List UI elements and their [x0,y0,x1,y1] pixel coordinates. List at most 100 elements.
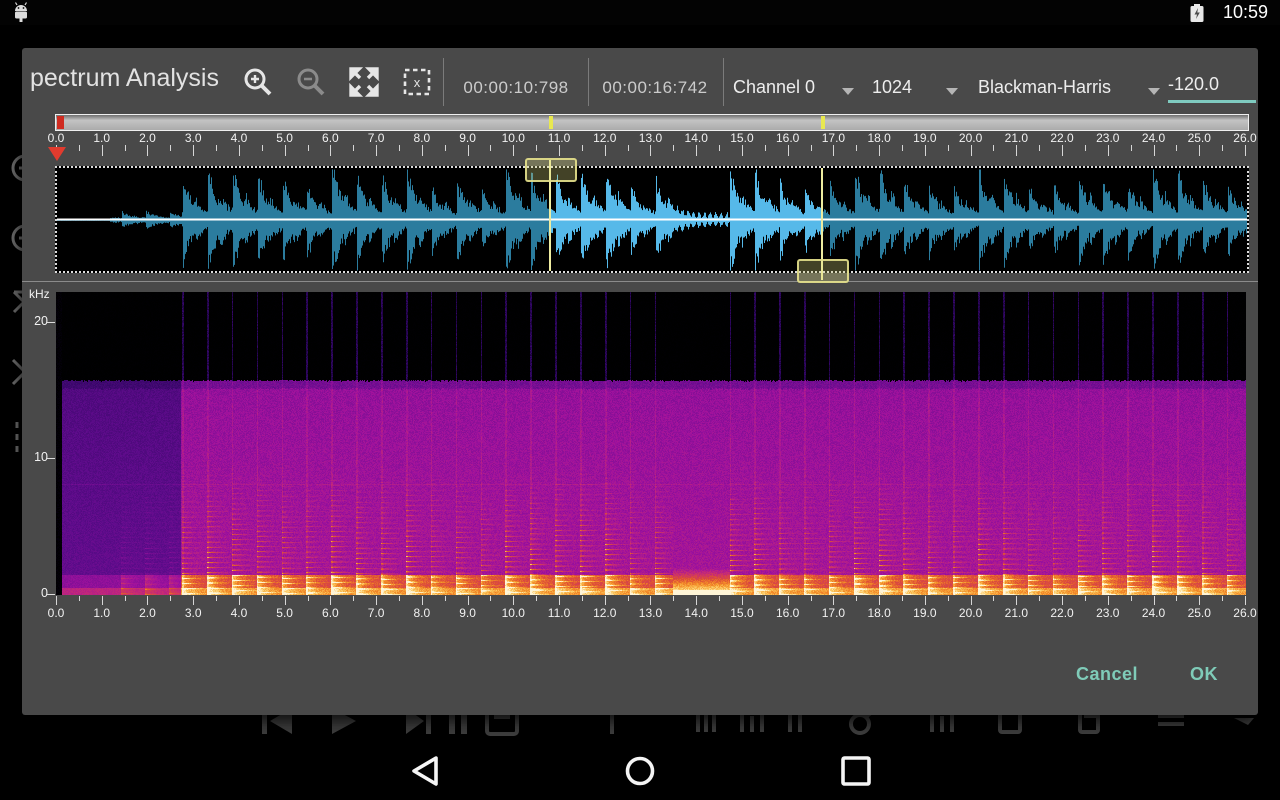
time-tick-minor [628,596,629,601]
time-tick-major [742,596,743,605]
back-button[interactable] [405,755,445,787]
playhead-marker[interactable] [48,147,66,161]
time-tick-label: 5.0 [276,131,293,145]
time-tick-minor [125,145,126,151]
time-tick-label: 4.0 [231,131,248,145]
time-tick-minor [628,145,629,151]
zoom-fit-icon[interactable] [347,65,381,99]
time-tick-minor [216,145,217,151]
time-tick-label: 7.0 [368,606,385,620]
zoom-in-icon[interactable] [241,65,275,99]
recents-button[interactable] [838,755,874,787]
time-tick-major [330,145,331,156]
time-tick-minor [1085,145,1086,151]
scrollbar-selection-start-mark [549,116,553,129]
time-tick-label: 17.0 [822,606,845,620]
cancel-button[interactable]: Cancel [1062,656,1152,692]
time-tick-major [56,596,57,605]
battery-charging-icon [1189,4,1205,22]
time-tick-label: 0.0 [48,131,65,145]
time-tick-major [1199,145,1200,156]
time-tick-label: 6.0 [322,131,339,145]
time-tick-major [833,596,834,605]
time-tick-label: 26.0 [1233,131,1256,145]
window-function-dropdown[interactable]: Blackman-Harris [978,77,1111,98]
time-tick-label: 19.0 [913,131,936,145]
svg-text:x: x [414,75,421,90]
time-tick-label: 16.0 [776,131,799,145]
time-tick-label: 2.0 [139,606,156,620]
time-tick-major [193,596,194,605]
waveform-canvas[interactable] [57,168,1247,271]
time-tick-minor [1222,596,1223,601]
time-tick-major [742,145,743,156]
scrollbar-selection-end-mark [821,116,825,129]
time-tick-label: 20.0 [959,606,982,620]
time-tick-major [147,596,148,605]
time-tick-minor [399,145,400,151]
time-tick-label: 12.0 [593,131,616,145]
time-tick-label: 13.0 [639,131,662,145]
time-tick-label: 17.0 [822,131,845,145]
time-tick-minor [1176,596,1177,601]
time-tick-label: 7.0 [368,131,385,145]
scrollbar-position-marker[interactable] [57,116,64,129]
time-tick-minor [536,145,537,151]
time-tick-minor [673,145,674,151]
time-tick-minor [993,596,994,601]
time-tick-major [696,145,697,156]
time-tick-minor [170,596,171,601]
time-tick-major [1062,596,1063,605]
chevron-down-icon[interactable] [842,88,854,95]
time-tick-label: 3.0 [185,131,202,145]
selection-end-time[interactable]: 00:00:16:742 [589,78,721,98]
selection-end-handle[interactable] [797,259,849,283]
ok-button[interactable]: OK [1174,656,1234,692]
time-tick-minor [1039,596,1040,601]
time-tick-major [468,145,469,156]
time-tick-label: 3.0 [185,606,202,620]
zoom-selection-icon[interactable]: x [400,65,434,99]
section-divider [22,281,1258,282]
zoom-out-icon[interactable] [294,65,328,99]
time-tick-minor [353,596,354,601]
time-tick-label: 8.0 [413,606,430,620]
time-tick-minor [765,596,766,601]
time-tick-minor [1131,596,1132,601]
channel-dropdown[interactable]: Channel 0 [733,77,815,98]
time-tick-minor [1176,145,1177,151]
time-tick-minor [79,596,80,601]
time-tick-label: 22.0 [1050,606,1073,620]
time-tick-label: 1.0 [93,131,110,145]
time-tick-minor [399,596,400,601]
time-tick-label: 25.0 [1188,606,1211,620]
time-tick-minor [1085,596,1086,601]
time-tick-minor [765,145,766,151]
timeline-scrollbar[interactable] [55,114,1249,131]
status-time: 10:59 [1223,2,1268,23]
waveform-panel[interactable] [55,166,1249,273]
time-tick-label: 18.0 [867,606,890,620]
time-tick-minor [445,596,446,601]
chevron-down-icon[interactable] [946,88,958,95]
time-tick-minor [262,596,263,601]
time-tick-major [376,596,377,605]
time-tick-major [239,596,240,605]
time-tick-major [285,145,286,156]
db-floor-input[interactable]: -120.0 [1168,74,1256,103]
freq-tick-label: 20 [22,314,48,328]
fft-size-dropdown[interactable]: 1024 [872,77,912,98]
time-tick-label: 14.0 [685,131,708,145]
time-tick-label: 23.0 [1096,131,1119,145]
time-tick-major [1154,145,1155,156]
selection-start-time[interactable]: 00:00:10:798 [446,78,586,98]
selection-start-handle[interactable] [525,158,577,182]
home-button[interactable] [622,755,658,787]
time-tick-minor [79,145,80,151]
time-tick-major [1108,145,1109,156]
time-tick-label: 25.0 [1188,131,1211,145]
time-tick-label: 21.0 [1005,606,1028,620]
time-tick-minor [993,145,994,151]
chevron-down-icon[interactable] [1148,88,1160,95]
time-tick-major [971,145,972,156]
